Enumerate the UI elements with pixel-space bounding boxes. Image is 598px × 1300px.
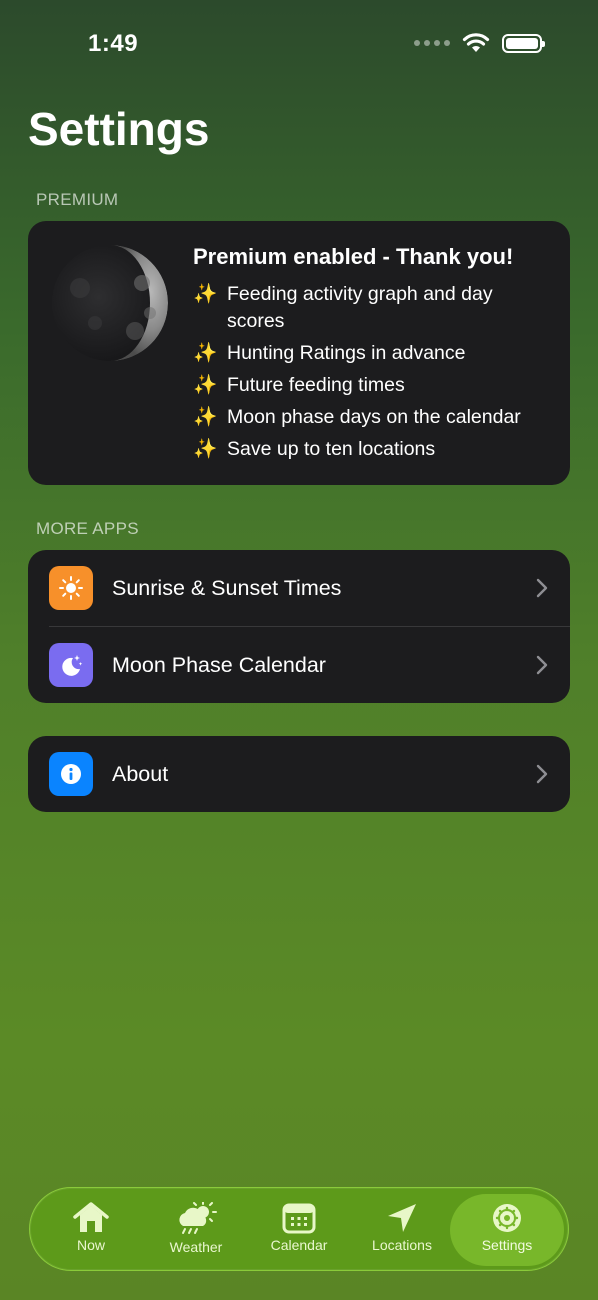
feature-item: ✨ Hunting Ratings in advance (193, 340, 553, 367)
feature-label: Future feeding times (227, 374, 405, 396)
feature-item: ✨ Feeding activity graph and day scores (193, 281, 553, 335)
sparkles-icon: ✨ (193, 374, 218, 396)
info-icon (49, 752, 93, 796)
premium-text: Premium enabled - Thank you! ✨ Feeding ac… (193, 243, 553, 468)
wifi-icon (462, 33, 490, 52)
moon-image (52, 245, 168, 361)
section-header-more-apps: MORE APPS (36, 519, 139, 538)
house-icon (73, 1202, 109, 1232)
feature-label: Feeding activity graph and day scores (227, 283, 493, 332)
sun-icon (49, 566, 93, 610)
tab-weather[interactable]: Weather (141, 1194, 251, 1266)
status-time: 1:49 (88, 30, 139, 57)
about-card: About (28, 736, 570, 812)
sunrise-sunset-label: Sunrise & Sunset Times (112, 576, 342, 600)
about-label: About (112, 761, 169, 786)
tab-label: Now (76, 1237, 105, 1253)
feature-item: ✨ Moon phase days on the calendar (193, 404, 553, 431)
feature-label: Moon phase days on the calendar (227, 406, 521, 428)
page-title: Settings (28, 103, 210, 155)
sparkles-icon: ✨ (193, 283, 218, 305)
feature-item: ✨ Future feeding times (193, 372, 553, 399)
premium-title: Premium enabled - Thank you! (193, 244, 514, 269)
moon-phase-calendar-label: Moon Phase Calendar (112, 653, 326, 677)
chevron-right-icon (536, 655, 548, 675)
chevron-right-icon (536, 578, 548, 598)
tab-label: Locations (372, 1237, 432, 1253)
chevron-right-icon (536, 764, 548, 784)
status-bar: 1:49 (0, 0, 598, 90)
moon-phase-calendar-row[interactable]: Moon Phase Calendar (28, 627, 570, 703)
feature-item: ✨ Save up to ten locations (193, 436, 553, 463)
calendar-icon (282, 1203, 316, 1234)
tab-bar: Now Weather Calendar Locations Settings (29, 1187, 569, 1271)
gear-icon (493, 1204, 521, 1232)
feature-label: Hunting Ratings in advance (227, 342, 466, 364)
tab-label: Settings (481, 1237, 533, 1253)
more-apps-card: Sunrise & Sunset Times Moon Phase Calend… (28, 550, 570, 703)
battery-icon (502, 33, 545, 53)
tab-now[interactable]: Now (36, 1194, 146, 1266)
tab-calendar[interactable]: Calendar (244, 1194, 354, 1266)
sunrise-sunset-row[interactable]: Sunrise & Sunset Times (28, 550, 570, 627)
about-row[interactable]: About (28, 736, 570, 812)
section-header-premium: PREMIUM (36, 190, 119, 209)
feature-label: Save up to ten locations (227, 438, 436, 460)
tab-settings[interactable]: Settings (450, 1194, 564, 1266)
cloud-sun-rain-icon (179, 1202, 217, 1234)
moon-stars-icon (49, 643, 93, 687)
tab-label: Calendar (270, 1237, 328, 1253)
location-arrow-icon (388, 1204, 416, 1232)
tab-label: Weather (169, 1239, 223, 1255)
premium-card: Premium enabled - Thank you! ✨ Feeding ac… (28, 221, 570, 485)
tab-locations[interactable]: Locations (347, 1194, 457, 1266)
sparkles-icon: ✨ (193, 438, 218, 460)
status-icons (414, 33, 545, 53)
sparkles-icon: ✨ (193, 406, 218, 428)
sparkles-icon: ✨ (193, 342, 218, 364)
cellular-signal-icon (414, 40, 450, 46)
